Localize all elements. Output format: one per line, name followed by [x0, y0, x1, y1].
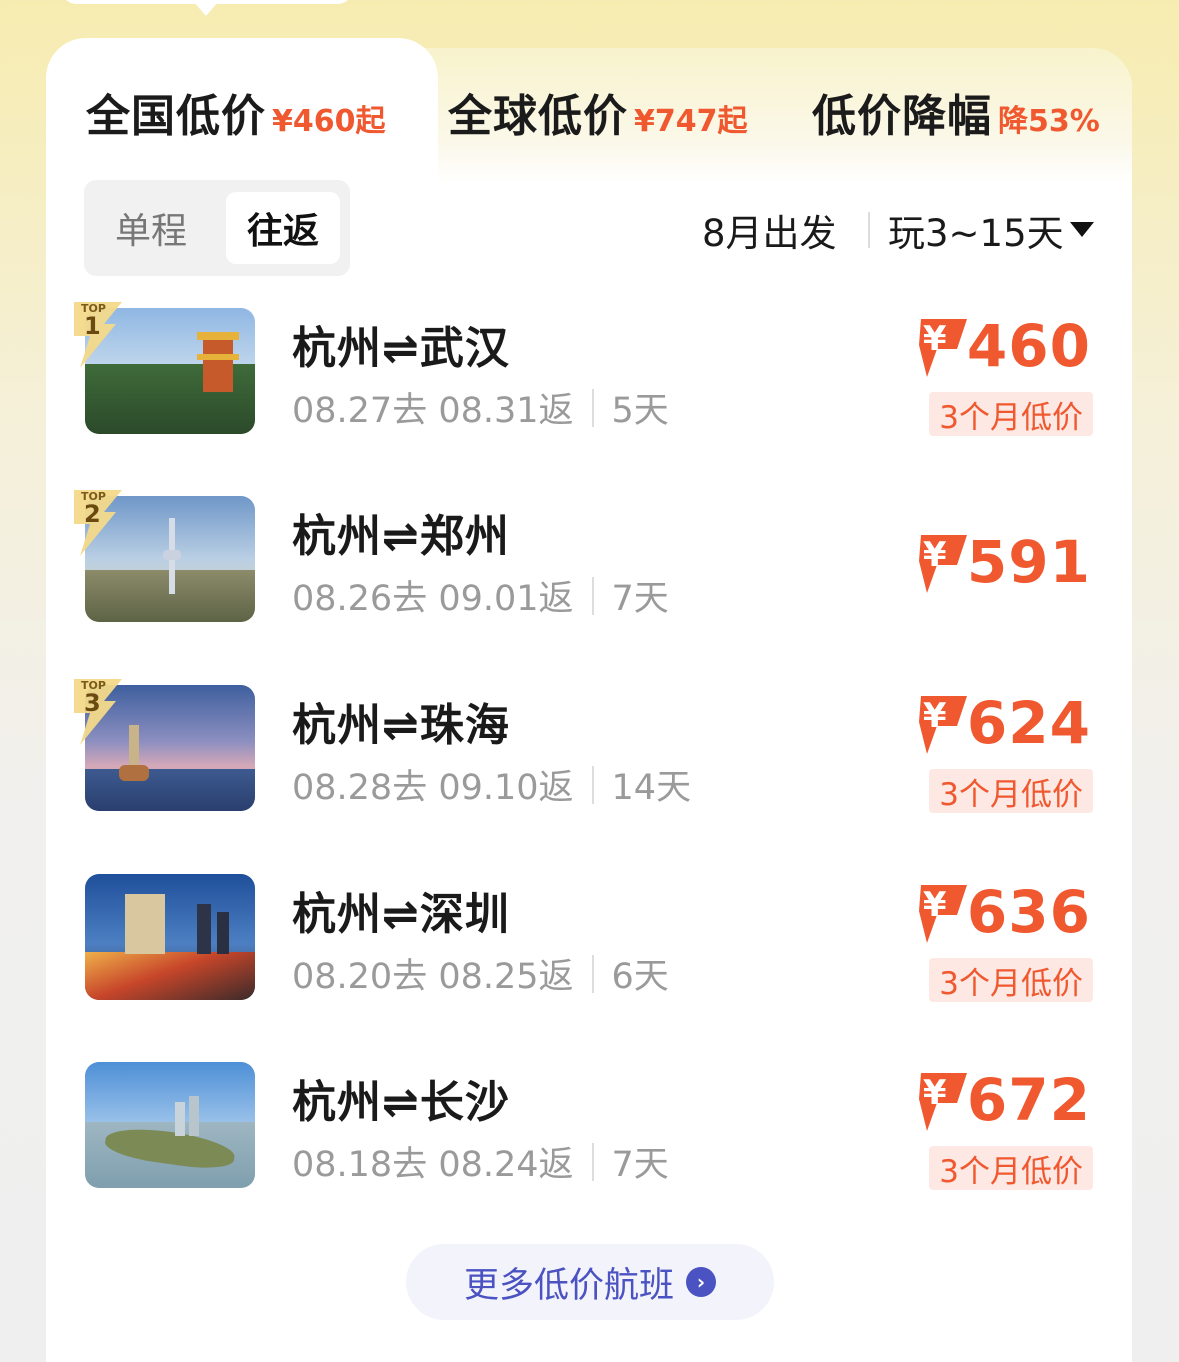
route-dates: 08.27去 08.31返 5天 [292, 382, 669, 433]
route-dates: 08.18去 08.24返 7天 [292, 1136, 669, 1187]
route-dates: 08.20去 08.25返 6天 [292, 948, 669, 999]
trip-length: 6天 [611, 957, 669, 997]
date-range: 08.27去 08.31返 [292, 391, 574, 431]
low-price-tag: 3个月低价 [929, 958, 1093, 1002]
date-range: 08.28去 09.10返 [292, 768, 574, 808]
badge-rank: 3 [84, 689, 101, 717]
low-price-tag: 3个月低价 [929, 769, 1093, 813]
yen-flag-icon: ¥ [915, 531, 967, 593]
route-name: 杭州⇌深圳 [292, 889, 510, 940]
route-price: ¥ 460 [915, 312, 1091, 380]
chevron-right-icon: › [686, 1267, 716, 1297]
date-range: 08.18去 08.24返 [292, 1145, 574, 1185]
currency-symbol: ¥ [922, 1073, 947, 1113]
price-amount: 636 [966, 878, 1091, 946]
top-rank-badge: TOP 2 [70, 490, 122, 556]
filter-divider [868, 212, 870, 248]
date-range: 08.26去 09.01返 [292, 579, 574, 619]
yen-flag-icon: ¥ [915, 1069, 967, 1131]
price-amount: 672 [966, 1066, 1091, 1134]
yen-flag-icon: ¥ [915, 315, 967, 377]
route-row[interactable]: 杭州⇌深圳 08.20去 08.25返 6天 ¥ 636 3个月低价 [0, 874, 1179, 1004]
route-row[interactable]: 杭州⇌长沙 08.18去 08.24返 7天 ¥ 672 3个月低价 [0, 1062, 1179, 1192]
currency-symbol: ¥ [922, 885, 947, 925]
route-dates: 08.26去 09.01返 7天 [292, 570, 669, 621]
dates-divider [591, 1142, 594, 1181]
low-price-tag: 3个月低价 [929, 392, 1093, 436]
trip-length: 5天 [611, 391, 669, 431]
price-amount: 460 [966, 312, 1091, 380]
route-dates: 08.28去 09.10返 14天 [292, 759, 691, 810]
route-name: 杭州⇌珠海 [292, 700, 510, 751]
date-range: 08.20去 08.25返 [292, 957, 574, 997]
destination-photo [85, 874, 255, 1000]
tab-price-drop[interactable]: 低价降幅 降53% [812, 80, 1100, 142]
route-name: 杭州⇌武汉 [292, 323, 510, 374]
trip-type-toggle: 单程 往返 [84, 180, 350, 276]
price-amount: 624 [966, 689, 1091, 757]
trip-duration-filter[interactable]: 玩3~15天 [888, 206, 1064, 255]
trip-length: 7天 [611, 1145, 669, 1185]
route-price: ¥ 672 [915, 1066, 1091, 1134]
top-rank-badge: TOP 3 [70, 679, 122, 745]
badge-rank: 1 [84, 312, 101, 340]
one-way-option[interactable]: 单程 [94, 192, 208, 264]
currency-symbol: ¥ [922, 535, 947, 575]
dates-divider [591, 576, 594, 615]
destination-photo [85, 1062, 255, 1188]
caret-down-icon[interactable] [1070, 222, 1094, 237]
currency-symbol: ¥ [922, 696, 947, 736]
trip-length: 14天 [611, 768, 692, 808]
tab-sub-price: ¥460起 [272, 104, 386, 139]
dates-divider [591, 388, 594, 427]
top-rank-badge: TOP 1 [70, 302, 122, 368]
route-price: ¥ 591 [915, 528, 1091, 596]
yen-flag-icon: ¥ [915, 881, 967, 943]
more-low-price-flights-button[interactable]: 更多低价航班 › [406, 1244, 774, 1320]
tab-label: 全球低价 [448, 91, 628, 142]
tab-label: 全国低价 [86, 91, 266, 142]
dates-divider [591, 765, 594, 804]
tab-label: 低价降幅 [812, 91, 992, 142]
currency-symbol: ¥ [922, 319, 947, 359]
departure-month-filter[interactable]: 8月出发 [702, 206, 837, 255]
yen-flag-icon: ¥ [915, 692, 967, 754]
route-row[interactable]: TOP 3 杭州⇌珠海 08.28去 09.10返 14天 ¥ 624 3个月低… [0, 679, 1179, 815]
trip-length: 7天 [611, 579, 669, 619]
badge-rank: 2 [84, 500, 101, 528]
tab-sub-drop: 降53% [998, 104, 1100, 139]
tab-pointer-arrow [194, 2, 218, 16]
tab-domestic-low-price[interactable]: 全国低价 ¥460起 [86, 80, 386, 142]
price-amount: 591 [966, 528, 1091, 596]
route-name: 杭州⇌长沙 [292, 1077, 510, 1128]
route-row[interactable]: TOP 2 杭州⇌郑州 08.26去 09.01返 7天 ¥ 591 [0, 490, 1179, 626]
low-price-tag: 3个月低价 [929, 1146, 1093, 1190]
dates-divider [591, 954, 594, 993]
route-price: ¥ 636 [915, 878, 1091, 946]
more-button-label: 更多低价航班 [463, 1265, 674, 1306]
round-trip-option[interactable]: 往返 [226, 192, 340, 264]
route-price: ¥ 624 [915, 689, 1091, 757]
route-name: 杭州⇌郑州 [292, 511, 510, 562]
route-row[interactable]: TOP 1 杭州⇌武汉 08.27去 08.31返 5天 ¥ 460 3个月低价 [0, 302, 1179, 438]
tab-global-low-price[interactable]: 全球低价 ¥747起 [448, 80, 748, 142]
tab-sub-price: ¥747起 [634, 104, 748, 139]
